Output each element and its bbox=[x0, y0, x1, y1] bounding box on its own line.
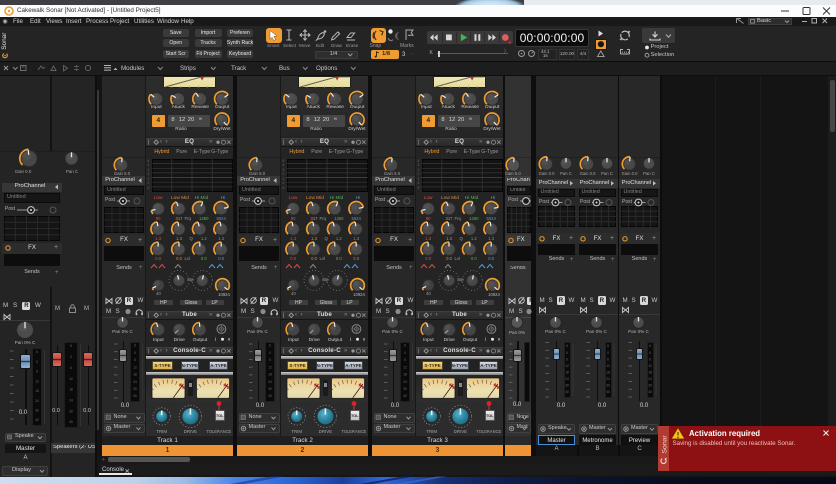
svg-text:12: 12 bbox=[565, 364, 569, 368]
svg-text:6: 6 bbox=[607, 344, 609, 348]
svg-text:18: 18 bbox=[565, 371, 569, 375]
svg-text:40: 40 bbox=[133, 394, 137, 398]
svg-text:24: 24 bbox=[268, 380, 272, 384]
svg-text:40: 40 bbox=[35, 418, 39, 422]
svg-text:30: 30 bbox=[565, 384, 569, 388]
svg-text:18: 18 bbox=[268, 373, 272, 377]
svg-text:0: 0 bbox=[70, 355, 72, 359]
svg-text:24: 24 bbox=[403, 380, 407, 384]
svg-text:6: 6 bbox=[649, 344, 651, 348]
svg-text:0: 0 bbox=[607, 351, 609, 355]
svg-text:6: 6 bbox=[70, 366, 72, 370]
svg-text:12: 12 bbox=[35, 379, 39, 383]
svg-text:24: 24 bbox=[648, 377, 652, 381]
svg-text:30: 30 bbox=[35, 409, 39, 413]
svg-text:6: 6 bbox=[566, 357, 568, 361]
svg-text:30: 30 bbox=[133, 387, 137, 391]
svg-text:18: 18 bbox=[606, 371, 610, 375]
svg-text:24: 24 bbox=[69, 399, 73, 403]
svg-text:18: 18 bbox=[35, 389, 39, 393]
svg-text:30: 30 bbox=[69, 409, 73, 413]
svg-text:6: 6 bbox=[269, 358, 271, 362]
svg-text:12: 12 bbox=[648, 364, 652, 368]
svg-text:40: 40 bbox=[606, 390, 610, 394]
svg-text:18: 18 bbox=[69, 388, 73, 392]
svg-text:0: 0 bbox=[649, 351, 651, 355]
svg-text:40: 40 bbox=[403, 394, 407, 398]
svg-text:40: 40 bbox=[69, 420, 73, 424]
svg-text:6: 6 bbox=[404, 358, 406, 362]
svg-text:40: 40 bbox=[565, 390, 569, 394]
svg-text:18: 18 bbox=[133, 373, 137, 377]
svg-text:12: 12 bbox=[403, 365, 407, 369]
svg-text:6: 6 bbox=[607, 357, 609, 361]
svg-text:18: 18 bbox=[403, 373, 407, 377]
svg-text:6: 6 bbox=[36, 370, 38, 374]
svg-text:18: 18 bbox=[648, 371, 652, 375]
svg-text:12: 12 bbox=[133, 365, 137, 369]
svg-text:30: 30 bbox=[606, 384, 610, 388]
svg-text:6: 6 bbox=[649, 357, 651, 361]
svg-text:0: 0 bbox=[269, 351, 271, 355]
svg-text:12: 12 bbox=[69, 377, 73, 381]
svg-text:24: 24 bbox=[606, 377, 610, 381]
svg-text:0: 0 bbox=[566, 351, 568, 355]
svg-text:30: 30 bbox=[268, 387, 272, 391]
svg-text:0: 0 bbox=[36, 360, 38, 364]
svg-text:0: 0 bbox=[134, 351, 136, 355]
svg-text:40: 40 bbox=[648, 390, 652, 394]
svg-text:24: 24 bbox=[133, 380, 137, 384]
svg-text:6: 6 bbox=[134, 358, 136, 362]
svg-text:6: 6 bbox=[36, 350, 38, 354]
svg-text:6: 6 bbox=[566, 344, 568, 348]
svg-text:30: 30 bbox=[403, 387, 407, 391]
svg-text:24: 24 bbox=[565, 377, 569, 381]
svg-text:40: 40 bbox=[268, 394, 272, 398]
svg-text:6: 6 bbox=[70, 344, 72, 348]
svg-text:12: 12 bbox=[606, 364, 610, 368]
svg-text:24: 24 bbox=[35, 399, 39, 403]
svg-text:0: 0 bbox=[404, 351, 406, 355]
svg-text:12: 12 bbox=[268, 365, 272, 369]
svg-text:6: 6 bbox=[404, 344, 406, 348]
svg-text:6: 6 bbox=[134, 344, 136, 348]
svg-text:6: 6 bbox=[269, 344, 271, 348]
svg-text:30: 30 bbox=[648, 384, 652, 388]
